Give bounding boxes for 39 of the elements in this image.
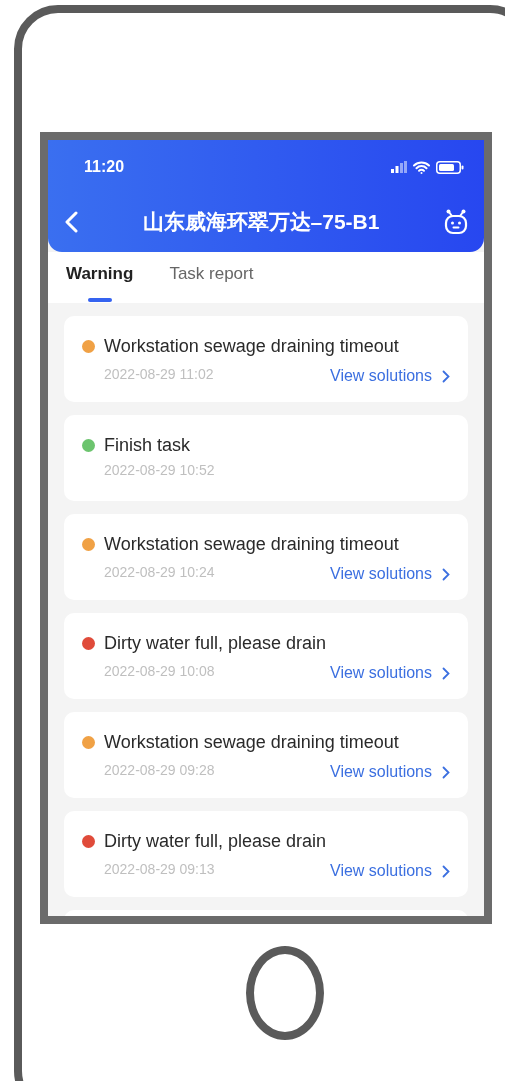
warning-time: 2022-08-29 10:24 bbox=[104, 564, 215, 580]
battery-icon bbox=[436, 160, 464, 174]
warning-card[interactable]: Workstation sewage draining timeout 2022-08-29 09:28 View solutions bbox=[64, 712, 468, 798]
view-solutions-link[interactable]: View solutions bbox=[330, 565, 450, 583]
warning-time: 2022-08-29 09:28 bbox=[104, 762, 215, 778]
chevron-right-icon bbox=[442, 567, 450, 581]
chevron-right-icon bbox=[442, 369, 450, 383]
tab-indicator bbox=[87, 298, 112, 302]
warning-card[interactable]: Workstation sewage draining timeout 2022-08-29 11:02 View solutions bbox=[64, 316, 468, 402]
home-button[interactable] bbox=[246, 946, 324, 1040]
warning-time: 2022-08-29 11:02 bbox=[104, 366, 214, 382]
signal-icon bbox=[391, 161, 407, 173]
chevron-right-icon bbox=[442, 666, 450, 680]
view-solutions-link[interactable]: View solutions bbox=[330, 664, 450, 682]
robot-icon[interactable] bbox=[444, 209, 468, 235]
warning-time: 2022-08-29 09:13 bbox=[104, 861, 215, 877]
warning-card[interactable]: Finish task 2022-08-29 10:52 bbox=[64, 415, 468, 501]
status-time: 11:20 bbox=[84, 158, 125, 176]
warning-card[interactable]: Dirty water full, please drain 2022-08-29 09:13 View solutions bbox=[64, 811, 468, 897]
back-icon[interactable] bbox=[64, 211, 78, 233]
tab[interactable]: Warning bbox=[66, 252, 134, 303]
wifi-icon bbox=[413, 160, 430, 174]
chevron-right-icon bbox=[442, 864, 450, 878]
view-solutions-link[interactable]: View solutions bbox=[330, 367, 450, 385]
tab[interactable]: Task report bbox=[169, 252, 254, 303]
view-solutions-link[interactable]: View solutions bbox=[330, 763, 450, 781]
warning-title: Workstation sewage draining timeout bbox=[104, 336, 399, 357]
warning-title: Dirty water full, please drain bbox=[104, 831, 327, 852]
warning-time: 2022-08-29 10:08 bbox=[104, 663, 215, 679]
view-solutions-link[interactable]: View solutions bbox=[330, 862, 450, 880]
warning-title: Workstation sewage draining timeout bbox=[104, 534, 399, 555]
warning-card[interactable]: Workstation sewage draining timeout 2022-08-29 10:24 View solutions bbox=[64, 514, 468, 600]
chevron-right-icon bbox=[442, 765, 450, 779]
warning-title: Dirty water full, please drain bbox=[104, 633, 327, 654]
page-title: 山东威海环翠万达–75-B1 bbox=[142, 209, 380, 235]
warning-time: 2022-08-29 10:52 bbox=[104, 462, 215, 478]
warning-card[interactable]: Dirty water full, please drain 2022-08-29 10:08 View solutions bbox=[64, 613, 468, 699]
warning-title: Workstation sewage draining timeout bbox=[104, 732, 399, 753]
warning-title: Finish task bbox=[104, 435, 191, 456]
